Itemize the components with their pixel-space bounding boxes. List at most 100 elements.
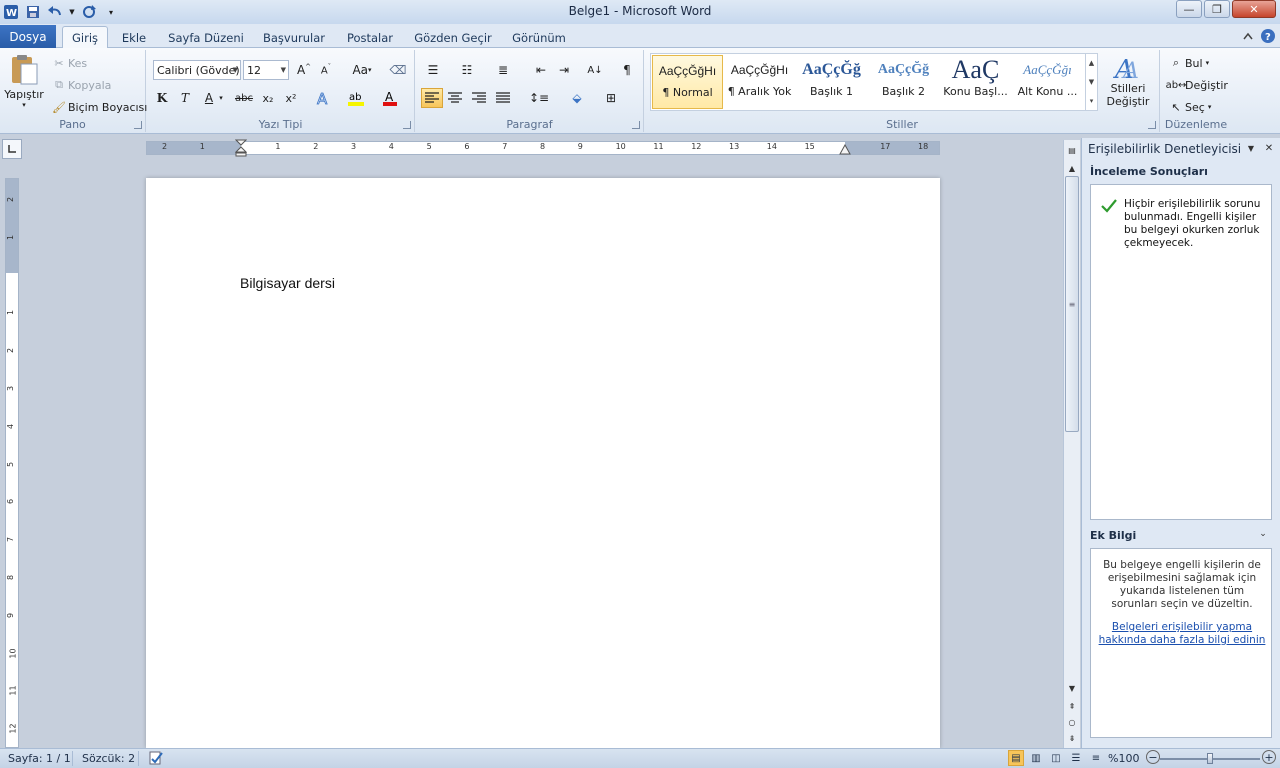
- clear-formatting-button[interactable]: ⌫: [387, 60, 409, 80]
- word-count-status[interactable]: Sözcük: 2: [82, 752, 135, 765]
- vertical-scrollbar[interactable]: ▤ ▲ ≡ ▼ ⇞ ○ ⇟: [1063, 140, 1080, 748]
- change-case-button[interactable]: Aa ▾: [347, 60, 377, 80]
- italic-button[interactable]: T: [174, 88, 196, 108]
- save-icon[interactable]: [24, 3, 42, 21]
- page-count-status[interactable]: Sayfa: 1 / 1: [8, 752, 71, 765]
- find-button[interactable]: ⌕ Bul ▾: [1167, 54, 1209, 72]
- tab-review[interactable]: Gözden Geçir: [410, 27, 496, 48]
- styles-gallery-scroll[interactable]: ▲ ▼ ▾: [1085, 54, 1097, 110]
- style-subtitle[interactable]: AaÇçĞğı Alt Konu ...: [1012, 55, 1083, 109]
- help-icon[interactable]: ?: [1260, 28, 1276, 44]
- outline-view-icon[interactable]: ☰: [1068, 750, 1084, 766]
- style-no-spacing[interactable]: AaÇçĞğHı ¶ Aralık Yok: [724, 55, 795, 109]
- bold-button[interactable]: K: [151, 88, 173, 108]
- tab-file[interactable]: Dosya: [0, 25, 56, 48]
- minimize-button[interactable]: —: [1176, 0, 1202, 18]
- inspection-results-list[interactable]: Hiçbir erişilebilirlik sorunu bulunmadı.…: [1090, 184, 1272, 520]
- tab-references[interactable]: Başvurular: [258, 27, 330, 48]
- pane-options-icon[interactable]: ▼: [1244, 141, 1258, 155]
- multilevel-list-button[interactable]: ≣: [492, 60, 514, 80]
- tab-page-layout[interactable]: Sayfa Düzeni: [166, 27, 246, 48]
- tab-mailings[interactable]: Postalar: [342, 27, 398, 48]
- chevron-down-icon[interactable]: ▼: [1089, 78, 1094, 86]
- shrink-font-button[interactable]: Aˇ: [315, 60, 337, 80]
- proofing-status-icon[interactable]: [148, 750, 164, 768]
- undo-dropdown-icon[interactable]: ▼: [68, 3, 76, 21]
- grow-font-button[interactable]: A^: [293, 60, 315, 80]
- zoom-slider-thumb[interactable]: [1207, 753, 1213, 764]
- paragraph-launcher-icon[interactable]: [632, 121, 640, 129]
- more-info-collapse-icon[interactable]: ⌄: [1256, 527, 1270, 541]
- chevron-up-icon[interactable]: ▲: [1089, 59, 1094, 67]
- full-screen-reading-icon[interactable]: ▥: [1028, 750, 1044, 766]
- select-browse-object-icon[interactable]: ○: [1064, 714, 1080, 730]
- align-right-button[interactable]: [468, 88, 490, 108]
- right-indent-marker-icon[interactable]: [839, 144, 851, 156]
- copy-button[interactable]: ⧉ Kopyala: [50, 76, 111, 94]
- paste-button[interactable]: Yapıştır ▾: [4, 54, 44, 109]
- style-heading-2[interactable]: AaÇçĞğ Başlık 2: [868, 55, 939, 109]
- subscript-button[interactable]: x₂: [257, 88, 279, 108]
- more-styles-icon[interactable]: ▾: [1090, 97, 1094, 105]
- document-body-text[interactable]: Bilgisayar dersi: [240, 275, 335, 291]
- increase-indent-button[interactable]: ⇥: [553, 60, 575, 80]
- sort-button[interactable]: A↓: [584, 60, 606, 80]
- word-app-icon[interactable]: W: [2, 3, 20, 21]
- style-heading-1[interactable]: AaÇçĞğ Başlık 1: [796, 55, 867, 109]
- redo-icon[interactable]: [80, 3, 98, 21]
- more-info-heading[interactable]: Ek Bilgi: [1090, 529, 1136, 542]
- font-size-combo[interactable]: 12 ▼: [243, 60, 289, 80]
- line-spacing-button[interactable]: ↕≡: [528, 88, 550, 108]
- clipboard-launcher-icon[interactable]: [134, 121, 142, 129]
- styles-launcher-icon[interactable]: [1148, 121, 1156, 129]
- font-launcher-icon[interactable]: [403, 121, 411, 129]
- align-left-button[interactable]: [421, 88, 443, 108]
- customize-qat-icon[interactable]: ▾: [102, 3, 120, 21]
- style-normal[interactable]: AaÇçĞğHı ¶ Normal: [652, 55, 723, 109]
- tab-home[interactable]: Giriş: [62, 26, 108, 48]
- numbering-button[interactable]: ☷: [456, 60, 478, 80]
- text-effects-button[interactable]: A: [313, 88, 335, 108]
- indent-marker-icon[interactable]: [235, 139, 247, 157]
- strikethrough-button[interactable]: abc: [233, 88, 255, 108]
- ruler-toggle-icon[interactable]: ▤: [1064, 142, 1080, 158]
- font-color-button[interactable]: A: [379, 88, 401, 108]
- zoom-in-icon[interactable]: +: [1262, 750, 1276, 764]
- horizontal-ruler[interactable]: 2 1 1 2 3 4 5 6 7 8 9 10 11 12 13 14 15 17 18: [146, 139, 940, 157]
- document-page[interactable]: Bilgisayar dersi: [146, 178, 940, 748]
- tab-selector[interactable]: [2, 139, 22, 159]
- zoom-out-icon[interactable]: −: [1146, 750, 1160, 764]
- undo-icon[interactable]: [46, 3, 64, 21]
- show-formatting-button[interactable]: ¶: [616, 60, 638, 80]
- cut-button[interactable]: ✂ Kes: [50, 54, 87, 72]
- previous-page-icon[interactable]: ⇞: [1064, 698, 1080, 714]
- scroll-thumb[interactable]: ≡: [1065, 176, 1079, 432]
- minimize-ribbon-icon[interactable]: [1240, 28, 1256, 44]
- scroll-down-icon[interactable]: ▼: [1064, 680, 1080, 696]
- select-button[interactable]: ↖ Seç ▾: [1167, 98, 1211, 116]
- zoom-slider[interactable]: [1160, 753, 1260, 764]
- superscript-button[interactable]: x²: [280, 88, 302, 108]
- zoom-level[interactable]: %100: [1108, 752, 1139, 765]
- replace-button[interactable]: ab↔ Değiştir: [1166, 76, 1228, 94]
- bullets-button[interactable]: ☰: [422, 60, 444, 80]
- scroll-up-icon[interactable]: ▲: [1064, 160, 1080, 176]
- accessibility-help-link[interactable]: Belgeleri erişilebilir yapma hakkında da…: [1097, 621, 1267, 647]
- pane-close-icon[interactable]: ✕: [1262, 141, 1276, 155]
- shading-button[interactable]: ⬙: [566, 88, 588, 108]
- tab-insert[interactable]: Ekle: [116, 27, 152, 48]
- justify-button[interactable]: [492, 88, 514, 108]
- underline-dropdown-icon[interactable]: ▾: [216, 88, 226, 108]
- style-title[interactable]: AaÇ Konu Başl...: [940, 55, 1011, 109]
- restore-button[interactable]: ❐: [1204, 0, 1230, 18]
- change-styles-button[interactable]: AA Stilleri Değiştir: [1100, 52, 1156, 108]
- format-painter-button[interactable]: 🖌 Biçim Boyacısı: [50, 98, 147, 116]
- decrease-indent-button[interactable]: ⇤: [530, 60, 552, 80]
- vertical-ruler[interactable]: 2 1 1 2 3 4 5 6 7 8 9 10 11 12: [5, 178, 19, 748]
- print-layout-view-icon[interactable]: ▤: [1008, 750, 1024, 766]
- borders-button[interactable]: ⊞: [600, 88, 622, 108]
- draft-view-icon[interactable]: ≡: [1088, 750, 1104, 766]
- next-page-icon[interactable]: ⇟: [1064, 730, 1080, 746]
- web-layout-icon[interactable]: ◫: [1048, 750, 1064, 766]
- tab-view[interactable]: Görünüm: [508, 27, 570, 48]
